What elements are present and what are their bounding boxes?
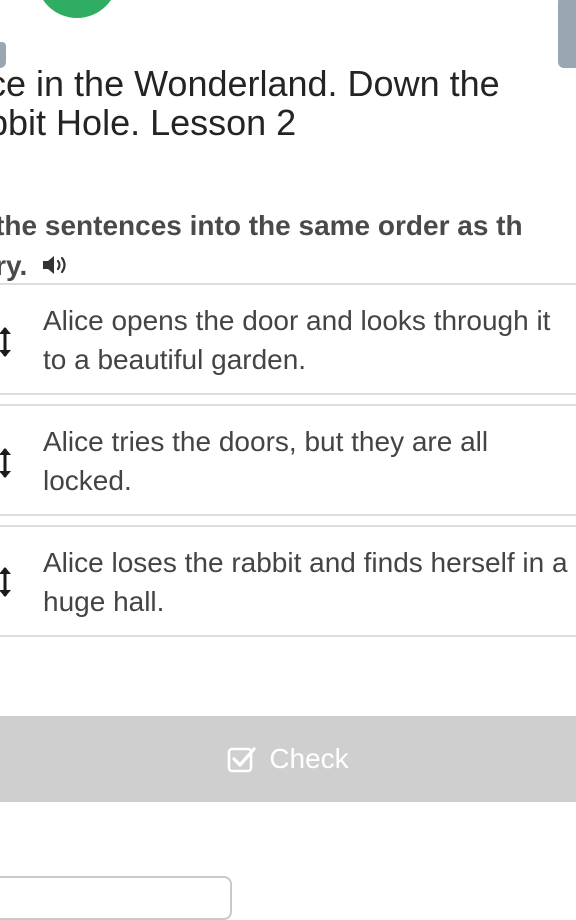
check-button[interactable]: Check bbox=[0, 716, 576, 802]
page-title-line-2: bbit Hole. Lesson 2 bbox=[0, 102, 297, 142]
menu-tab[interactable] bbox=[558, 0, 576, 68]
instruction-line-2: ory. bbox=[0, 250, 28, 281]
list-item[interactable]: Alice opens the door and looks through i… bbox=[0, 283, 576, 395]
drag-handle-icon[interactable] bbox=[0, 446, 14, 480]
avatar bbox=[36, 0, 118, 18]
list-item[interactable]: Alice tries the doors, but they are all … bbox=[0, 404, 576, 516]
checkbox-icon bbox=[227, 744, 257, 774]
instruction-line-2-wrap: ory. bbox=[0, 246, 576, 286]
sentence-text: Alice opens the door and looks through i… bbox=[43, 305, 551, 375]
speaker-icon[interactable] bbox=[41, 253, 71, 277]
page-title-line-1: ce in the Wonderland. Down the bbox=[0, 64, 500, 104]
list-item[interactable]: Alice loses the rabbit and finds herself… bbox=[0, 525, 576, 637]
sentence-text: Alice tries the doors, but they are all … bbox=[43, 426, 489, 496]
check-button-label: Check bbox=[269, 743, 349, 774]
task-instruction: t the sentences into the same order as t… bbox=[0, 206, 576, 286]
drag-handle-icon[interactable] bbox=[0, 325, 14, 359]
page-title: ce in the Wonderland. Down the bbit Hole… bbox=[0, 64, 568, 142]
instruction-line-1: t the sentences into the same order as t… bbox=[0, 210, 523, 241]
drag-handle-icon[interactable] bbox=[0, 565, 14, 599]
sentence-text: Alice loses the rabbit and finds herself… bbox=[43, 547, 568, 617]
bottom-panel[interactable] bbox=[0, 876, 232, 920]
